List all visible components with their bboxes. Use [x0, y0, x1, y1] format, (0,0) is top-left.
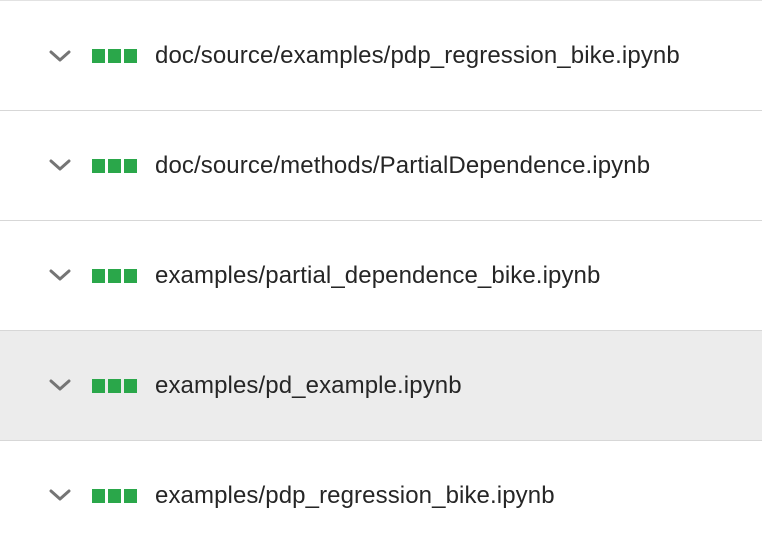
file-path[interactable]: examples/partial_dependence_bike.ipynb — [155, 262, 600, 290]
file-path[interactable]: examples/pdp_regression_bike.ipynb — [155, 482, 555, 510]
chevron-down-icon[interactable] — [49, 378, 71, 392]
file-path[interactable]: examples/pd_example.ipynb — [155, 372, 462, 400]
chevron-down-icon[interactable] — [49, 158, 71, 172]
file-row[interactable]: doc/source/examples/pdp_regression_bike.… — [0, 1, 762, 111]
status-bars-icon — [92, 159, 137, 173]
file-row[interactable]: doc/source/methods/PartialDependence.ipy… — [0, 111, 762, 221]
status-bars-icon — [92, 49, 137, 63]
chevron-down-icon[interactable] — [49, 268, 71, 282]
chevron-down-icon[interactable] — [49, 488, 71, 502]
status-bars-icon — [92, 379, 137, 393]
file-list: doc/source/examples/pdp_regression_bike.… — [0, 0, 762, 548]
file-row[interactable]: examples/pdp_regression_bike.ipynb — [0, 441, 762, 548]
file-path[interactable]: doc/source/examples/pdp_regression_bike.… — [155, 42, 680, 70]
status-bars-icon — [92, 269, 137, 283]
file-row[interactable]: examples/partial_dependence_bike.ipynb — [0, 221, 762, 331]
file-path[interactable]: doc/source/methods/PartialDependence.ipy… — [155, 152, 650, 180]
status-bars-icon — [92, 489, 137, 503]
chevron-down-icon[interactable] — [49, 49, 71, 63]
file-row[interactable]: examples/pd_example.ipynb — [0, 331, 762, 441]
